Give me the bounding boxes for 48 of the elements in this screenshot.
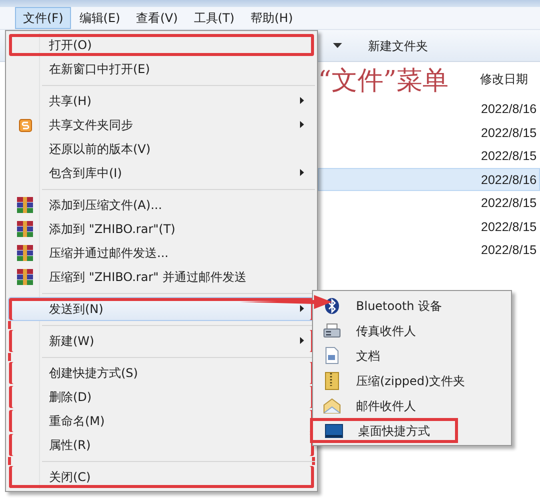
menu-item[interactable]: 发送到(N): [8, 297, 315, 321]
menu-item[interactable]: 压缩并通过邮件发送...: [8, 241, 315, 265]
zip-folder-icon: [325, 372, 339, 390]
menu-item[interactable]: 关闭(C): [8, 465, 315, 489]
menu-item[interactable]: Bluetooth 设备: [315, 293, 509, 318]
menu-item[interactable]: 删除(D): [8, 385, 315, 409]
menu-item[interactable]: 添加到压缩文件(A)...: [8, 193, 315, 217]
new-folder-button[interactable]: 新建文件夹: [342, 36, 428, 54]
menu-item[interactable]: 还原以前的版本(V): [8, 137, 315, 161]
menu-item[interactable]: 桌面快捷方式: [310, 418, 458, 443]
file-row[interactable]: 2022/8/15: [318, 191, 540, 214]
mail-icon: [323, 398, 341, 414]
sync-icon: [18, 118, 32, 132]
menu-bar-item[interactable]: 编辑(E): [71, 7, 128, 29]
fax-icon: [323, 322, 341, 338]
bluetooth-icon: [324, 298, 340, 314]
desktop-icon: [325, 424, 343, 438]
menu-bar-item[interactable]: 查看(V): [128, 7, 186, 29]
archive-icon: [17, 197, 33, 213]
file-row[interactable]: 2022/8/15: [318, 120, 540, 144]
archive-icon: [17, 245, 33, 261]
archive-icon: [17, 221, 33, 237]
menu-item[interactable]: 文档: [315, 343, 509, 368]
menu-bar-item[interactable]: 文件(F): [15, 7, 72, 29]
menu-item[interactable]: 压缩(zipped)文件夹: [315, 368, 509, 393]
file-row[interactable]: 2022/8/16: [318, 168, 540, 191]
menu-item[interactable]: 新建(W): [8, 329, 315, 353]
archive-icon: [17, 269, 33, 285]
file-row[interactable]: 2022/8/15: [318, 214, 540, 238]
caret-icon[interactable]: [333, 43, 342, 48]
menu-item[interactable]: 邮件收件人: [315, 393, 509, 418]
annotation-text: “文件”菜单: [318, 66, 449, 96]
file-row[interactable]: 2022/8/15: [318, 238, 540, 262]
menu-item[interactable]: 创建快捷方式(S): [8, 361, 315, 385]
menu-item[interactable]: 在新窗口中打开(E): [8, 57, 315, 81]
file-row[interactable]: 2022/8/16: [318, 97, 540, 120]
file-row[interactable]: 2022/8/15: [318, 144, 540, 168]
document-icon: [325, 347, 339, 364]
menu-item[interactable]: 包含到库中(I): [8, 161, 315, 185]
menu-item[interactable]: 传真收件人: [315, 318, 509, 343]
column-header[interactable]: 修改日期: [480, 72, 528, 86]
menu-item[interactable]: 压缩到 "ZHIBO.rar" 并通过邮件发送: [8, 265, 315, 289]
menu-bar-item[interactable]: 帮助(H): [242, 7, 301, 29]
menu-item[interactable]: 共享文件夹同步: [8, 113, 315, 137]
menu-item[interactable]: 共享(H): [8, 89, 315, 113]
menu-item[interactable]: 添加到 "ZHIBO.rar"(T): [8, 217, 315, 241]
menu-bar-item[interactable]: 工具(T): [186, 7, 242, 29]
menu-item[interactable]: 打开(O): [8, 33, 315, 57]
